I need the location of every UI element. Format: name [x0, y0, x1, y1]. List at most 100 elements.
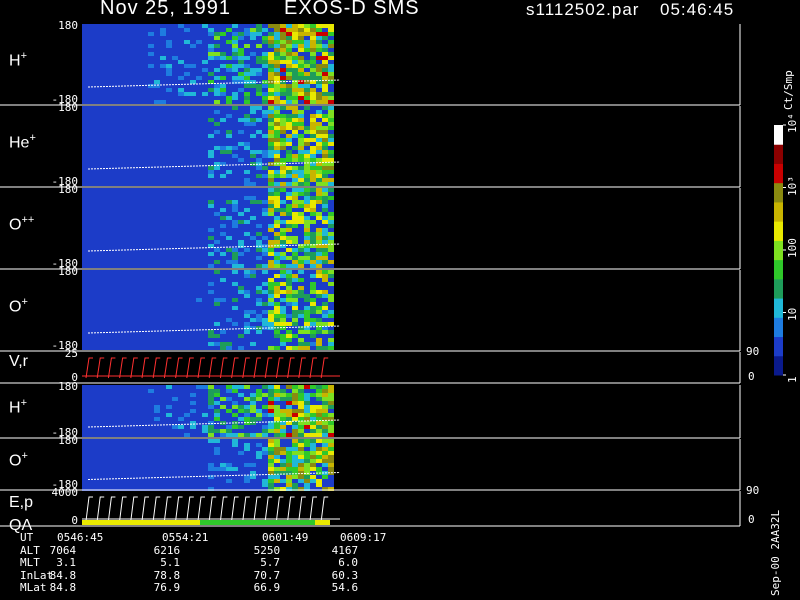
spectrogram-cell: [106, 401, 112, 405]
spectrogram-cell: [100, 56, 106, 60]
info-row-value: 54.6: [331, 581, 359, 594]
spectrogram-cell: [238, 36, 244, 40]
spectrogram-cell: [304, 96, 310, 100]
spectrogram-cell: [250, 126, 256, 130]
spectrogram-cell: [142, 220, 148, 224]
spectrogram-cell: [154, 174, 160, 178]
spectrogram-cell: [124, 405, 130, 409]
spectrogram-cell: [130, 122, 136, 126]
spectrogram-cell: [100, 196, 106, 200]
spectrogram-cell: [136, 28, 142, 32]
spectrogram-cell: [88, 142, 94, 146]
spectrogram-cell: [280, 338, 286, 342]
spectrogram-cell: [184, 200, 190, 204]
spectrogram-cell: [124, 322, 130, 326]
spectrogram-cell: [142, 142, 148, 146]
spectrogram-cell: [292, 429, 298, 433]
colorbar-segment: [774, 355, 783, 376]
spectrogram-cell: [112, 314, 118, 318]
spectrogram-cell: [202, 334, 208, 338]
spectrogram-cell: [262, 216, 268, 220]
spectrogram-cell: [82, 471, 88, 475]
spectrogram-cell: [220, 138, 226, 142]
spectrogram-cell: [292, 425, 298, 429]
spectrogram-cell: [94, 455, 100, 459]
spectrogram-cell: [208, 150, 214, 154]
spectrogram-cell: [160, 389, 166, 393]
spectrogram-cell: [202, 28, 208, 32]
spectrogram-cell: [82, 451, 88, 455]
spectrogram-cell: [232, 64, 238, 68]
spectrogram-cell: [292, 278, 298, 282]
spectrogram-cell: [226, 52, 232, 56]
spectrogram-cell: [316, 76, 322, 80]
spectrogram-cell: [178, 244, 184, 248]
spectrogram-cell: [100, 92, 106, 96]
spectrogram-cell: [304, 118, 310, 122]
spectrogram-cell: [124, 244, 130, 248]
spectrogram-cell: [232, 393, 238, 397]
spectrogram-cell: [208, 298, 214, 302]
spectrogram-cell: [274, 306, 280, 310]
spectrogram-cell: [226, 204, 232, 208]
spectrogram-cell: [166, 447, 172, 451]
spectrogram-cell: [274, 150, 280, 154]
spectrogram-cell: [184, 134, 190, 138]
spectrogram-cell: [310, 106, 316, 110]
spectrogram-cell: [154, 338, 160, 342]
spectrogram-cell: [82, 338, 88, 342]
spectrogram-cell: [238, 60, 244, 64]
spectrogram-cell: [184, 467, 190, 471]
spectrogram-cell: [136, 286, 142, 290]
spectrogram-cell: [148, 48, 154, 52]
spectrogram-cell: [154, 114, 160, 118]
spectrogram-cell: [280, 240, 286, 244]
spectrogram-cell: [142, 130, 148, 134]
spectrogram-cell: [88, 463, 94, 467]
spectrogram-cell: [298, 40, 304, 44]
info-row-value: 76.9: [153, 581, 181, 594]
spectrogram-cell: [256, 48, 262, 52]
spectrogram-cell: [262, 52, 268, 56]
spectrogram-cell: [226, 110, 232, 114]
spectrogram-cell: [196, 188, 202, 192]
spectrogram-cell: [298, 455, 304, 459]
spectrogram-cell: [154, 294, 160, 298]
spectrogram-cell: [190, 389, 196, 393]
spectrogram-cell: [238, 80, 244, 84]
spectrogram-cell: [226, 174, 232, 178]
spectrogram-cell: [166, 68, 172, 72]
spectrogram-cell: [124, 162, 130, 166]
spectrogram-cell: [202, 32, 208, 36]
spectrogram-cell: [100, 52, 106, 56]
spectrogram-cell: [136, 318, 142, 322]
spectrogram-cell: [82, 256, 88, 260]
spectrogram-cell: [292, 122, 298, 126]
spectrogram-cell: [160, 274, 166, 278]
spectrogram-cell: [160, 162, 166, 166]
spectrogram-cell: [196, 48, 202, 52]
spectrogram-cell: [286, 240, 292, 244]
spectrogram-cell: [328, 338, 334, 342]
spectrogram-cell: [82, 52, 88, 56]
spectrogram-cell: [148, 433, 154, 437]
spectrogram-cell: [256, 92, 262, 96]
spectrogram-cell: [322, 389, 328, 393]
spectrogram-cell: [160, 130, 166, 134]
spectrogram-cell: [142, 278, 148, 282]
spectrogram-cell: [268, 274, 274, 278]
spectrogram-cell: [250, 252, 256, 256]
spectrogram-cell: [142, 48, 148, 52]
colorbar-segment: [774, 221, 783, 241]
spectrogram-cell: [244, 439, 250, 443]
spectrogram-figure: Nov 25, 1991 EXOS-D SMS s1112502.par 05:…: [0, 0, 800, 600]
spectrogram-cell: [94, 118, 100, 122]
spectrogram-cell: [322, 52, 328, 56]
spectrogram-cell: [286, 389, 292, 393]
spectrogram-cell: [202, 130, 208, 134]
spectrogram-cell: [274, 232, 280, 236]
spectrogram-cell: [94, 150, 100, 154]
spectrogram-cell: [184, 260, 190, 264]
spectrogram-cell: [214, 318, 220, 322]
spectrogram-cell: [112, 188, 118, 192]
